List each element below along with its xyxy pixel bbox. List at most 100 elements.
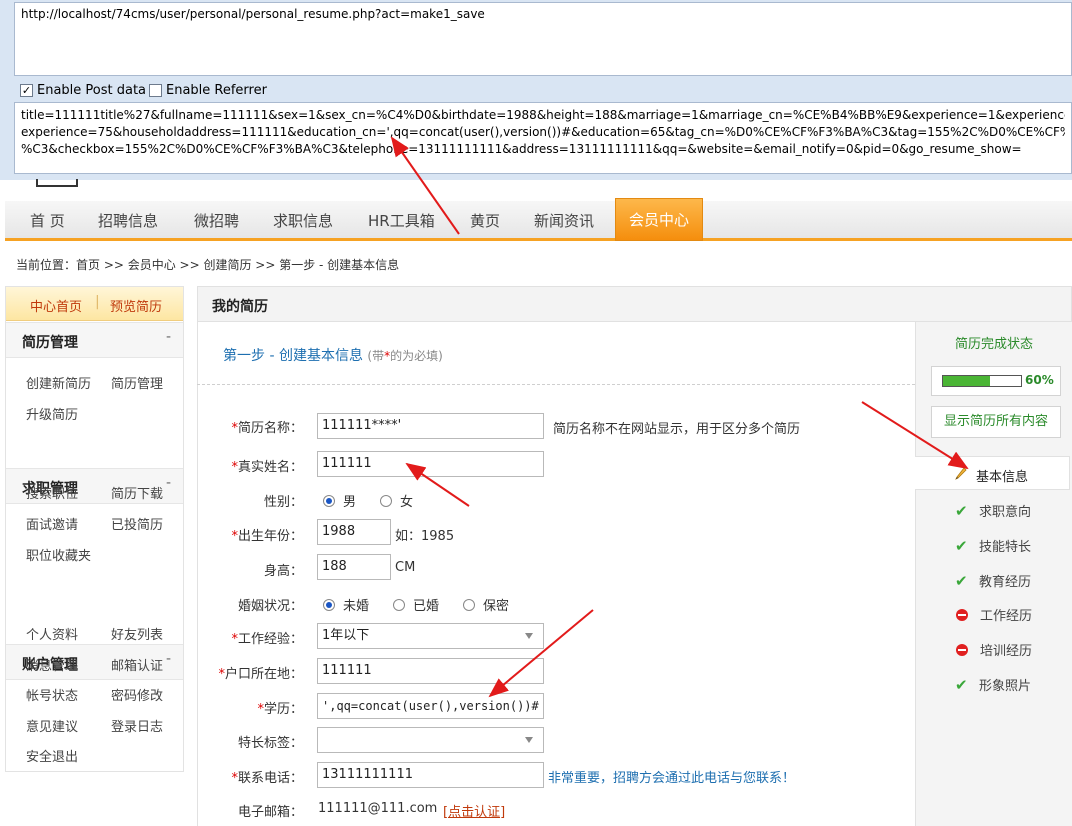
- step-title-text: 第一步 - 创建基本信息: [223, 348, 363, 364]
- preview-resume-link[interactable]: 预览简历: [110, 296, 162, 315]
- phone-input[interactable]: 13111111111: [317, 762, 544, 788]
- step-photo[interactable]: ✔ 形象照片: [955, 675, 1031, 695]
- height-input[interactable]: 188: [317, 554, 391, 580]
- nav-jobs[interactable]: 招聘信息: [98, 201, 158, 241]
- marriage-single-radio[interactable]: 未婚: [323, 595, 369, 614]
- resume-name-label: *简历名称：: [193, 417, 303, 436]
- sidebar-item-login-log[interactable]: 登录日志: [111, 716, 163, 735]
- resume-status-title: 简历完成状态: [955, 337, 1034, 352]
- sex-female-radio[interactable]: 女: [380, 491, 413, 510]
- birth-year-label: *出生年份：: [193, 525, 303, 544]
- label-text: 简历名称：: [237, 421, 303, 436]
- sidebar-item-upgrade-resume[interactable]: 升级简历: [26, 404, 78, 423]
- birth-year-hint: 如：1985: [395, 529, 455, 544]
- sidebar-item-sent-resumes[interactable]: 已投简历: [111, 514, 163, 533]
- step-label: 基本信息: [976, 470, 1029, 485]
- experience-label: *工作经验：: [193, 628, 303, 647]
- collapse-icon[interactable]: -: [166, 475, 171, 491]
- show-all-content-button[interactable]: 显示简历所有内容: [931, 406, 1061, 438]
- enable-referrer-checkbox[interactable]: Enable Referrer: [149, 83, 267, 98]
- household-input[interactable]: 111111: [317, 658, 544, 684]
- section-title: 简历管理: [22, 335, 78, 351]
- sidebar-item-change-password[interactable]: 密码修改: [111, 685, 163, 704]
- step-label: 工作经历: [980, 609, 1033, 624]
- email-value: 111111@111.com: [318, 801, 438, 816]
- marriage-radio-group: 未婚 已婚 保密: [323, 595, 533, 614]
- nav-micro-jobs[interactable]: 微招聘: [194, 201, 239, 241]
- step-label: 技能特长: [979, 540, 1032, 555]
- section-resume-management[interactable]: 简历管理 -: [6, 322, 183, 358]
- step-basic-info[interactable]: 基本信息: [915, 456, 1070, 490]
- sidebar-item-feedback[interactable]: 意见建议: [26, 716, 78, 735]
- center-home-link[interactable]: 中心首页: [30, 296, 82, 315]
- step-job-intention[interactable]: ✔ 求职意向: [955, 501, 1032, 521]
- radio-empty-icon: [380, 494, 393, 507]
- selected-value: 1年以下: [322, 628, 370, 643]
- email-label: 电子邮箱：: [237, 805, 303, 820]
- step-training[interactable]: 培训经历: [955, 640, 1032, 659]
- label-text: 户口所在地：: [224, 667, 303, 682]
- marriage-secret-radio[interactable]: 保密: [463, 595, 509, 614]
- sidebar-item-resume-management[interactable]: 简历管理: [111, 373, 163, 392]
- education-select[interactable]: ',qq=concat(user(),version())#: [317, 693, 544, 719]
- sidebar-top-links: 中心首页 | 预览简历: [6, 287, 183, 321]
- post-line-1: title=111111title%27&fullname=111111&sex…: [21, 108, 1065, 122]
- post-data-input[interactable]: title=111111title%27&fullname=111111&sex…: [14, 102, 1072, 174]
- note-prefix: (带: [367, 349, 385, 363]
- resume-name-input[interactable]: 111111****': [317, 413, 544, 439]
- check-icon: ✔: [955, 675, 968, 694]
- label-text: 学历：: [263, 702, 303, 717]
- phone-hint: 非常重要，招聘方会通过此电话与您联系！: [548, 771, 796, 786]
- top-divider: |: [95, 294, 100, 310]
- nav-member-center[interactable]: 会员中心: [615, 198, 703, 241]
- step-title: 第一步 - 创建基本信息 (带*的为必填): [223, 345, 443, 365]
- label-text: 联系电话：: [237, 771, 303, 786]
- tag-select[interactable]: [317, 727, 544, 753]
- tag-label: 特长标签：: [237, 736, 303, 751]
- sidebar-item-search-jobs[interactable]: 搜索职位: [26, 483, 78, 502]
- marriage-label: 婚姻状况：: [237, 599, 303, 614]
- step-label: 求职意向: [979, 505, 1032, 520]
- radio-selected-icon: [323, 598, 335, 611]
- url-input[interactable]: http://localhost/74cms/user/personal/per…: [14, 2, 1072, 76]
- phone-label: *联系电话：: [193, 767, 303, 786]
- fullname-label: *真实姓名：: [193, 456, 303, 475]
- step-education[interactable]: ✔ 教育经历: [955, 571, 1031, 591]
- experience-select[interactable]: 1年以下: [317, 623, 544, 649]
- sidebar-item-friends[interactable]: 好友列表: [111, 624, 163, 643]
- progress-bar: [942, 375, 1022, 387]
- nav-yellow-pages[interactable]: 黄页: [470, 201, 500, 241]
- main-panel-header: 我的简历: [197, 286, 1072, 322]
- step-work-experience[interactable]: 工作经历: [955, 605, 1032, 624]
- nav-home[interactable]: 首 页: [30, 201, 65, 241]
- nav-job-seeking[interactable]: 求职信息: [273, 201, 333, 241]
- nav-hr-tools[interactable]: HR工具箱: [368, 201, 435, 241]
- sidebar-item-email-verify[interactable]: 邮箱认证: [111, 655, 163, 674]
- marriage-married-radio[interactable]: 已婚: [393, 595, 439, 614]
- birth-year-input[interactable]: 1988: [317, 519, 391, 545]
- sidebar-item-logout[interactable]: 安全退出: [26, 746, 78, 765]
- sidebar-item-account-status[interactable]: 帐号状态: [26, 685, 78, 704]
- post-line-2: experience=75&householdaddress=111111&ed…: [21, 125, 1065, 139]
- fullname-input[interactable]: 111111: [317, 451, 544, 477]
- sidebar-item-job-favorites[interactable]: 职位收藏夹: [26, 545, 91, 564]
- sex-male-radio[interactable]: 男: [323, 491, 356, 510]
- sidebar-item-create-resume[interactable]: 创建新简历: [26, 373, 91, 392]
- collapse-icon[interactable]: -: [166, 651, 171, 667]
- collapse-icon[interactable]: -: [166, 329, 171, 345]
- sidebar-item-resume-download[interactable]: 简历下载: [111, 483, 163, 502]
- step-skills[interactable]: ✔ 技能特长: [955, 536, 1032, 556]
- sidebar-item-interview-invites[interactable]: 面试邀请: [26, 514, 78, 533]
- sidebar-item-profile[interactable]: 个人资料: [26, 624, 78, 643]
- email-verify-link[interactable]: [点击认证]: [443, 801, 505, 820]
- option-label: 女: [400, 495, 414, 510]
- breadcrumb: 当前位置：首页 >> 会员中心 >> 创建简历 >> 第一步 - 创建基本信息: [16, 258, 400, 272]
- option-label: 未婚: [343, 599, 370, 614]
- label-text: 真实姓名：: [237, 460, 303, 475]
- sidebar-item-messages[interactable]: 消息管理: [26, 655, 78, 674]
- nav-news[interactable]: 新闻资讯: [534, 201, 594, 241]
- enable-post-checkbox[interactable]: ✓ Enable Post data: [20, 83, 146, 98]
- progress-percent: 60%: [1025, 373, 1054, 387]
- progress-box: 60%: [931, 366, 1061, 396]
- household-label: *户口所在地：: [193, 663, 303, 682]
